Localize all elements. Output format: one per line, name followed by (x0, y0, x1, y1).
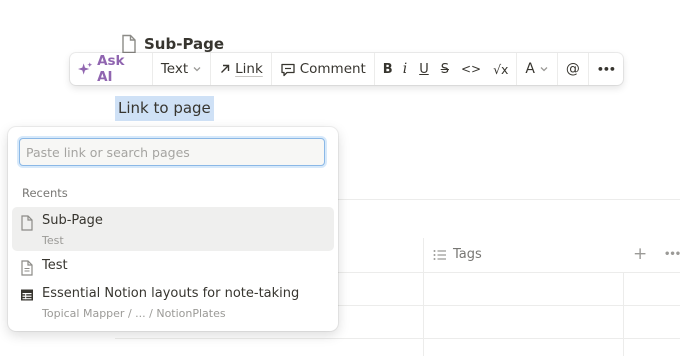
chevron-down-icon (193, 67, 201, 72)
comment-icon (281, 63, 295, 76)
list-item-title: Sub-Page (42, 213, 103, 228)
add-property-button[interactable]: + (633, 244, 647, 264)
page-title-text: Sub-Page (144, 35, 225, 53)
page-title[interactable]: Sub-Page (120, 34, 224, 54)
recents-label: Recents (22, 186, 68, 200)
link-button[interactable]: Link (211, 53, 271, 85)
page-text-icon (21, 260, 33, 276)
math-button[interactable]: √x (487, 53, 516, 85)
table-row-border (115, 338, 680, 339)
ask-ai-button[interactable]: Ask AI (70, 53, 152, 85)
list-item-subtitle: Topical Mapper / ... / NotionPlates (42, 307, 226, 320)
list-item-title: Test (42, 258, 68, 273)
text-type-dropdown[interactable]: Text (153, 53, 210, 85)
text-color-label: A (525, 61, 535, 77)
table-column-border (623, 272, 624, 356)
ask-ai-label: Ask AI (97, 53, 125, 85)
bold-button[interactable]: B (375, 53, 397, 85)
page-icon (122, 34, 136, 54)
formatting-toolbar: Ask AI Text Link Comment B i U S <> √x A… (70, 53, 623, 85)
strikethrough-button[interactable]: S (435, 53, 455, 85)
list-item-test[interactable]: Test (12, 257, 334, 281)
divider (338, 199, 680, 200)
table-column-border (423, 238, 424, 356)
more-options-button[interactable]: ••• (589, 53, 623, 85)
database-icon (21, 289, 33, 301)
list-item-essential-notion-layouts[interactable]: Essential Notion layouts for note-taking… (12, 285, 334, 325)
code-button[interactable]: <> (455, 53, 487, 85)
list-icon (433, 249, 446, 260)
underline-button[interactable]: U (413, 53, 435, 85)
italic-button[interactable]: i (397, 53, 413, 85)
sparkle-icon (78, 62, 93, 75)
text-type-label: Text (160, 61, 189, 77)
table-row-border (338, 305, 680, 306)
comment-label: Comment (299, 61, 366, 77)
page-icon (21, 215, 33, 231)
arrow-up-right-icon (221, 64, 230, 73)
link-to-page-popup: Recents Sub-Page Test Test (8, 127, 338, 331)
more-icon: ••• (596, 62, 616, 76)
table-more-button[interactable]: ••• (664, 249, 680, 260)
selected-text[interactable]: Link to page (115, 96, 214, 121)
comment-button[interactable]: Comment (272, 53, 374, 85)
table-row-border (338, 272, 680, 273)
chevron-down-icon (540, 67, 548, 72)
link-label: Link (235, 61, 263, 77)
mention-button[interactable]: @ (558, 53, 588, 85)
list-item-sub-page[interactable]: Sub-Page Test (12, 207, 334, 251)
list-item-title: Essential Notion layouts for note-taking (42, 286, 300, 301)
search-input[interactable] (19, 138, 325, 166)
text-color-button[interactable]: A (517, 53, 557, 85)
tags-label: Tags (453, 247, 482, 262)
tags-column-header[interactable]: Tags (433, 247, 482, 262)
list-item-subtitle: Test (42, 234, 64, 247)
